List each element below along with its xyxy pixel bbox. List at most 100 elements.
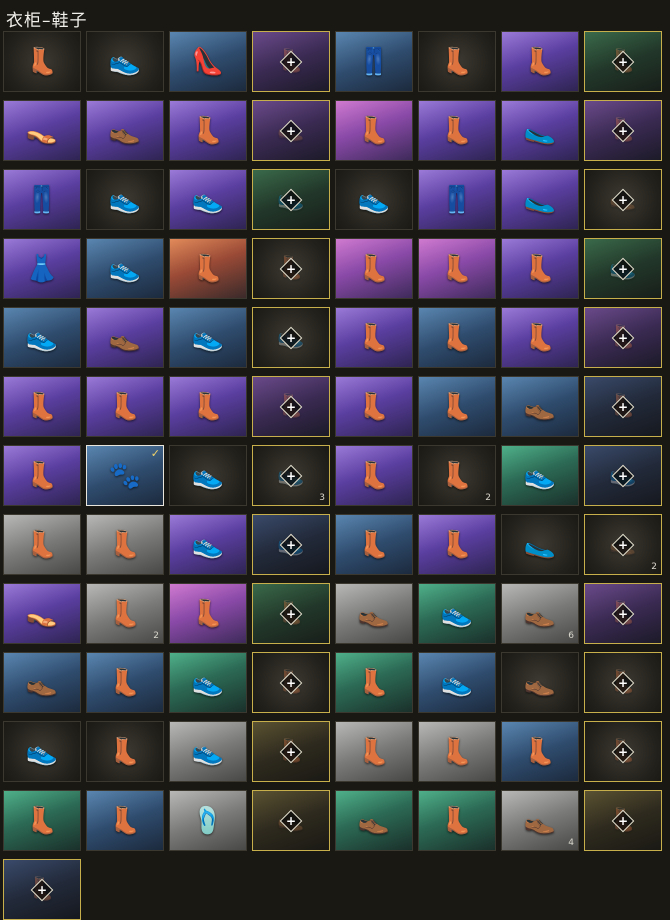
wardrobe-item-tile[interactable]: 👟 [501, 445, 579, 506]
wardrobe-item-tile[interactable]: 👢+ [584, 100, 662, 161]
wardrobe-item-tile[interactable]: 👢 [86, 721, 164, 782]
wardrobe-item-tile[interactable]: 👟 [169, 514, 247, 575]
wardrobe-item-tile[interactable]: 👢 [418, 790, 496, 851]
wardrobe-item-tile[interactable]: 👢 [3, 514, 81, 575]
white-high-tops-icon: 👟 [191, 736, 225, 767]
wardrobe-item-tile[interactable]: 👢+ [584, 31, 662, 92]
wardrobe-item-tile[interactable]: 👢 [335, 238, 413, 299]
wardrobe-item-tile[interactable]: 🐾 ✓ [86, 445, 164, 506]
wardrobe-item-tile[interactable]: 👟 [335, 169, 413, 230]
wardrobe-item-tile[interactable]: 👟+ [584, 238, 662, 299]
wardrobe-item-tile[interactable]: 👢 [335, 445, 413, 506]
wardrobe-item-tile[interactable]: 👢 [3, 445, 81, 506]
wardrobe-item-tile[interactable]: 👢+ [252, 31, 330, 92]
wardrobe-item-tile[interactable]: 👟 [418, 652, 496, 713]
wardrobe-item-tile[interactable]: 👢 [169, 583, 247, 644]
wardrobe-item-tile[interactable]: 👟 [86, 31, 164, 92]
wardrobe-item-tile[interactable]: 👢 [86, 514, 164, 575]
wardrobe-item-tile[interactable]: 👟+ [584, 445, 662, 506]
wardrobe-item-tile[interactable]: 👢 [335, 514, 413, 575]
wardrobe-item-tile[interactable]: 👢+ [584, 652, 662, 713]
wardrobe-item-tile[interactable]: 👞 [86, 100, 164, 161]
wardrobe-item-tile[interactable]: 👡 [3, 100, 81, 161]
wardrobe-item-tile[interactable]: 👢+ [584, 721, 662, 782]
wardrobe-item-tile[interactable]: 🥿 [501, 514, 579, 575]
wardrobe-item-tile[interactable]: 👟+ [252, 514, 330, 575]
wardrobe-item-tile[interactable]: 👞+ [252, 790, 330, 851]
wardrobe-item-tile[interactable]: 👢 [3, 790, 81, 851]
wardrobe-item-tile[interactable]: 👢 [418, 307, 496, 368]
wardrobe-item-tile[interactable]: 👞+ [252, 100, 330, 161]
wardrobe-item-tile[interactable]: 👢 [169, 238, 247, 299]
wardrobe-item-tile[interactable]: 👢 [3, 376, 81, 437]
wardrobe-item-tile[interactable]: 👟+ [252, 169, 330, 230]
wardrobe-item-tile[interactable]: 👢+ [252, 238, 330, 299]
wardrobe-item-tile[interactable]: 👟 [86, 169, 164, 230]
wardrobe-item-tile[interactable]: 👞 6 [501, 583, 579, 644]
wardrobe-item-tile[interactable]: 👢+ [252, 376, 330, 437]
wardrobe-item-tile[interactable]: 👢 2 [86, 583, 164, 644]
wardrobe-item-tile[interactable]: 👟+3 [252, 445, 330, 506]
wardrobe-item-tile[interactable]: 👢 [501, 31, 579, 92]
wardrobe-item-tile[interactable]: 👖 [335, 31, 413, 92]
wardrobe-item-tile[interactable]: 👢+ [252, 721, 330, 782]
wardrobe-item-tile[interactable]: 👟 [169, 445, 247, 506]
wardrobe-item-tile[interactable]: 👟 [418, 583, 496, 644]
wardrobe-item-tile[interactable]: 👢 [418, 514, 496, 575]
wardrobe-item-tile[interactable]: 👢 [418, 100, 496, 161]
wardrobe-item-tile[interactable]: 👟 [86, 238, 164, 299]
wardrobe-item-tile[interactable]: 🥿 [501, 169, 579, 230]
wardrobe-item-tile[interactable]: 👢 [501, 721, 579, 782]
wardrobe-item-tile[interactable]: 👢 [418, 238, 496, 299]
wardrobe-item-tile[interactable]: 👞 [335, 790, 413, 851]
wardrobe-item-tile[interactable]: 👞 [335, 583, 413, 644]
wardrobe-item-tile[interactable]: 👢+ [252, 652, 330, 713]
wardrobe-item-tile[interactable]: 👢 [3, 31, 81, 92]
wardrobe-item-tile[interactable]: 👢+ [584, 307, 662, 368]
wardrobe-item-tile[interactable]: 👢 2 [418, 445, 496, 506]
wardrobe-item-tile[interactable]: 👟 [3, 721, 81, 782]
wardrobe-item-tile[interactable]: 👢 [169, 376, 247, 437]
wardrobe-item-tile[interactable]: 👢 [86, 652, 164, 713]
wardrobe-item-tile[interactable]: 👠 [169, 31, 247, 92]
wardrobe-item-tile[interactable]: 👢+ [3, 859, 81, 920]
wardrobe-item-tile[interactable]: 👢 [501, 307, 579, 368]
plus-icon: + [285, 537, 297, 552]
wardrobe-item-tile[interactable]: 🩴 [169, 790, 247, 851]
wardrobe-item-tile[interactable]: 👢 [335, 652, 413, 713]
wardrobe-item-tile[interactable]: 👢 [418, 721, 496, 782]
wardrobe-item-tile[interactable]: 👢 [501, 238, 579, 299]
wardrobe-item-tile[interactable]: 👢+ [252, 583, 330, 644]
wardrobe-item-tile[interactable]: 👟 [169, 721, 247, 782]
wardrobe-item-tile[interactable]: 👟 [169, 169, 247, 230]
wardrobe-item-tile[interactable]: 👢 [335, 100, 413, 161]
wardrobe-item-tile[interactable]: 👞 [501, 376, 579, 437]
wardrobe-item-tile[interactable]: 👢 [418, 376, 496, 437]
wardrobe-item-tile[interactable]: 👞 4 [501, 790, 579, 851]
wardrobe-item-tile[interactable]: 👞+ [584, 169, 662, 230]
wardrobe-item-tile[interactable]: 👗 [3, 238, 81, 299]
wardrobe-item-tile[interactable]: 👟 [3, 307, 81, 368]
wardrobe-item-tile[interactable]: 👞 [501, 652, 579, 713]
wardrobe-item-tile[interactable]: 🥿 [501, 100, 579, 161]
wardrobe-item-tile[interactable]: 👞 [3, 652, 81, 713]
wardrobe-item-tile[interactable]: 👢 [335, 376, 413, 437]
wardrobe-item-tile[interactable]: 👢 [335, 721, 413, 782]
wardrobe-item-tile[interactable]: 👟 [169, 652, 247, 713]
orange-trainers-icon: 👟 [440, 598, 474, 629]
wardrobe-item-tile[interactable]: 👢+ [584, 376, 662, 437]
wardrobe-item-tile[interactable]: 👖 [418, 169, 496, 230]
wardrobe-item-tile[interactable]: 👢+ [584, 583, 662, 644]
wardrobe-item-tile[interactable]: 👞 [86, 307, 164, 368]
wardrobe-item-tile[interactable]: 👟+ [252, 307, 330, 368]
wardrobe-item-tile[interactable]: 👢 [418, 31, 496, 92]
wardrobe-item-tile[interactable]: 👢 [86, 376, 164, 437]
wardrobe-item-tile[interactable]: 👢 [335, 307, 413, 368]
wardrobe-item-tile[interactable]: 👢 [169, 100, 247, 161]
wardrobe-item-tile[interactable]: 👖 [3, 169, 81, 230]
wardrobe-item-tile[interactable]: 👟 [169, 307, 247, 368]
wardrobe-item-tile[interactable]: 👞+2 [584, 514, 662, 575]
wardrobe-item-tile[interactable]: 👢+ [584, 790, 662, 851]
wardrobe-item-tile[interactable]: 👡 [3, 583, 81, 644]
wardrobe-item-tile[interactable]: 👢 [86, 790, 164, 851]
